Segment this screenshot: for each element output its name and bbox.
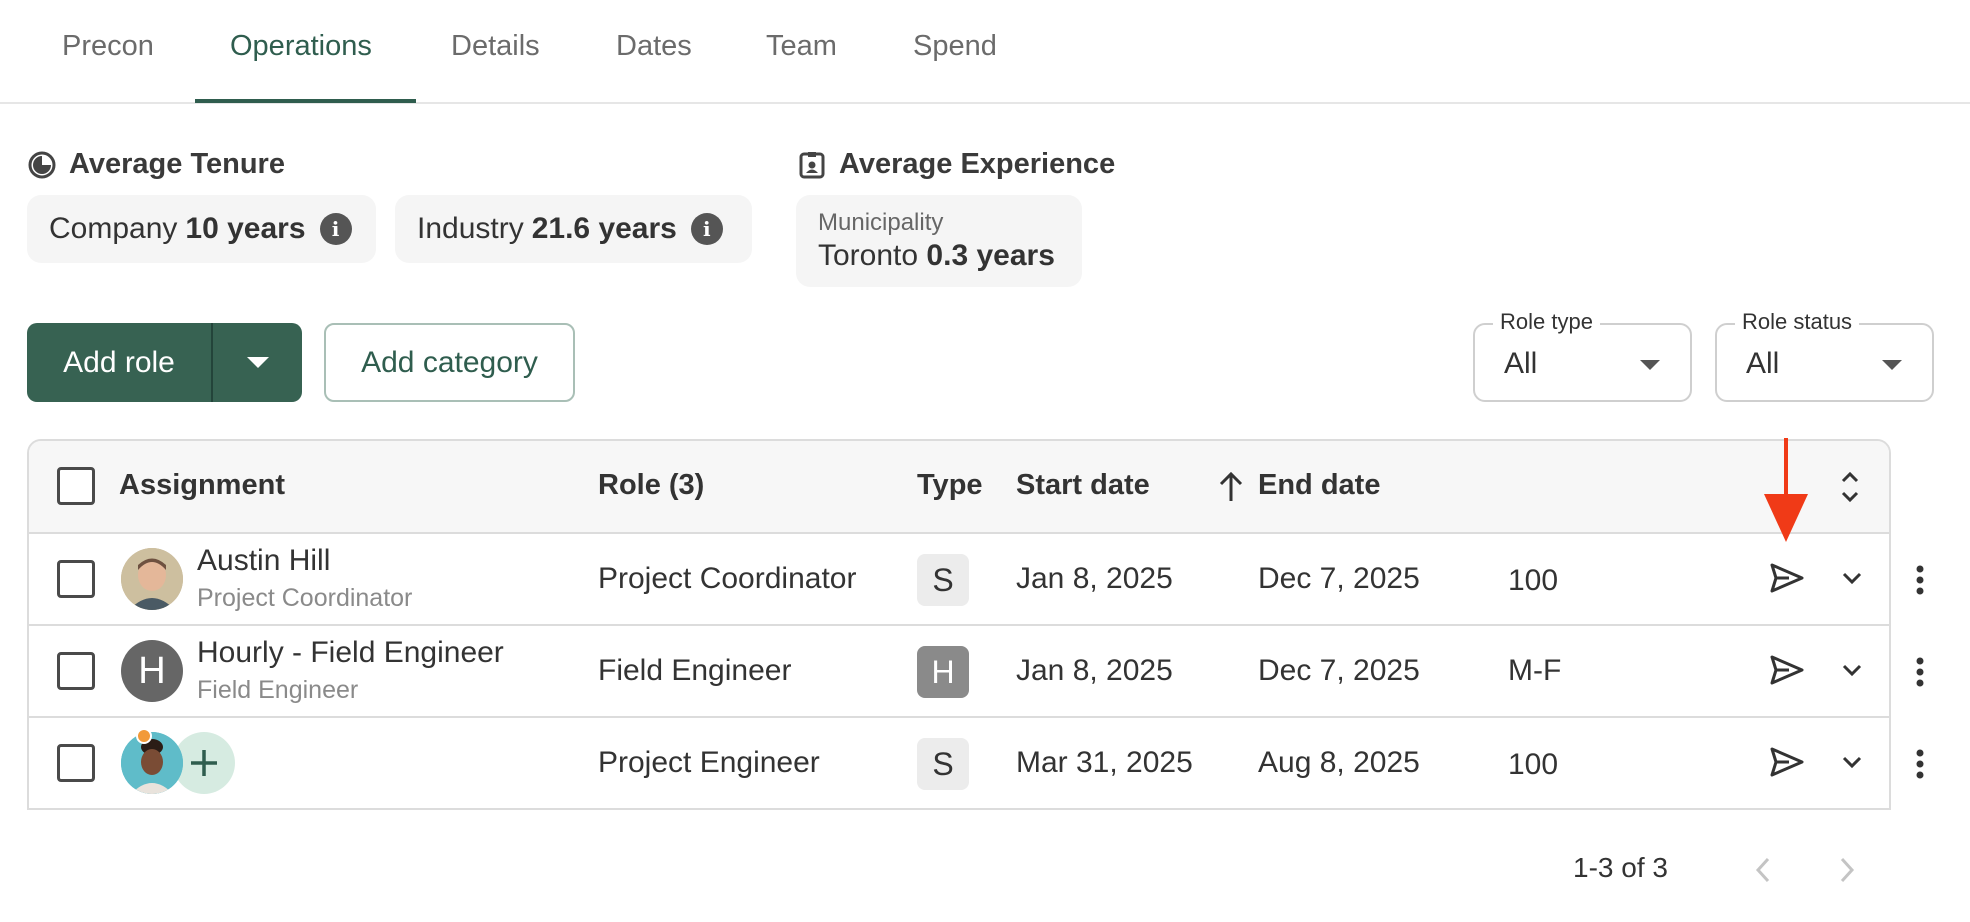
table-row[interactable]: Project Engineer S Mar 31, 2025 Aug 8, 2… xyxy=(29,718,1889,810)
header-role[interactable]: Role (3) xyxy=(598,469,704,502)
role-type-select[interactable]: Role type All xyxy=(1473,309,1692,402)
chevron-left-icon[interactable] xyxy=(1748,852,1778,888)
info-icon[interactable]: i xyxy=(319,213,352,245)
municipality-label: Municipality xyxy=(818,209,944,236)
assignee-name[interactable]: Hourly - Field Engineer xyxy=(197,636,504,670)
active-tab-indicator xyxy=(195,99,416,103)
start-date-cell: Jan 8, 2025 xyxy=(1016,654,1173,687)
badge-icon xyxy=(799,151,825,178)
role-type-value: All xyxy=(1504,347,1538,380)
industry-tenure-chip: Industry 21.6 years i xyxy=(395,195,752,263)
average-experience-heading: Average Experience xyxy=(797,148,1115,181)
role-cell: Project Engineer xyxy=(598,746,820,779)
roles-table: Assignment Role (3) Type Start date End … xyxy=(27,439,1891,810)
assignee-subtitle: Project Coordinator xyxy=(197,584,413,612)
add-role-split-button: Add role xyxy=(27,323,302,402)
chevron-down-icon[interactable] xyxy=(1837,654,1867,686)
tab-operations[interactable]: Operations xyxy=(230,30,372,63)
role-status-value: All xyxy=(1746,347,1780,380)
header-type[interactable]: Type xyxy=(917,469,983,502)
assignee-name[interactable]: Austin Hill xyxy=(197,544,330,578)
pagination-range: 1-3 of 3 xyxy=(1573,852,1668,883)
role-status-label: Role status xyxy=(1735,309,1860,335)
start-date-cell: Mar 31, 2025 xyxy=(1016,746,1193,779)
end-date-cell: Aug 8, 2025 xyxy=(1258,746,1420,779)
role-status-select[interactable]: Role status All xyxy=(1715,309,1934,402)
add-role-menu-button[interactable] xyxy=(213,323,302,402)
sort-arrow-up-icon[interactable] xyxy=(1214,469,1248,505)
caret-down-icon xyxy=(1882,360,1902,370)
status-dot xyxy=(136,728,152,744)
table-header: Assignment Role (3) Type Start date End … xyxy=(29,441,1889,534)
tab-details[interactable]: Details xyxy=(451,30,540,63)
allocation-cell: M-F xyxy=(1508,654,1562,687)
tenure-clock-icon xyxy=(28,151,56,178)
tab-team[interactable]: Team xyxy=(766,30,837,63)
start-date-cell: Jan 8, 2025 xyxy=(1016,562,1173,595)
chevron-down-icon[interactable] xyxy=(1837,562,1867,594)
tab-spend[interactable]: Spend xyxy=(913,30,997,63)
industry-tenure-label: Industry xyxy=(417,212,524,245)
header-start-date[interactable]: Start date xyxy=(1016,469,1150,502)
role-cell: Project Coordinator xyxy=(598,562,857,595)
select-all-checkbox[interactable] xyxy=(57,467,95,505)
tab-dates[interactable]: Dates xyxy=(616,30,692,63)
tab-precon[interactable]: Precon xyxy=(62,30,154,63)
allocation-cell: 100 xyxy=(1508,564,1559,597)
row-checkbox[interactable] xyxy=(57,652,95,690)
type-badge: S xyxy=(917,738,969,790)
row-checkbox[interactable] xyxy=(57,744,95,782)
role-cell: Field Engineer xyxy=(598,654,792,687)
role-type-label: Role type xyxy=(1493,309,1600,335)
send-icon[interactable] xyxy=(1767,558,1807,598)
municipality-city: Toronto xyxy=(818,239,919,272)
info-icon[interactable]: i xyxy=(690,213,723,245)
end-date-cell: Dec 7, 2025 xyxy=(1258,562,1420,595)
more-vert-icon[interactable] xyxy=(1908,562,1932,598)
average-tenure-title: Average Tenure xyxy=(69,148,285,180)
avatar xyxy=(121,548,183,610)
avatar: H xyxy=(121,640,183,702)
header-assignment[interactable]: Assignment xyxy=(119,469,285,502)
add-category-button[interactable]: Add category xyxy=(324,323,575,402)
company-tenure-label: Company xyxy=(49,212,178,245)
end-date-cell: Dec 7, 2025 xyxy=(1258,654,1420,687)
header-end-date[interactable]: End date xyxy=(1258,469,1380,502)
table-row[interactable]: Austin Hill Project Coordinator Project … xyxy=(29,534,1889,626)
industry-tenure-value: 21.6 years xyxy=(531,212,677,245)
send-icon[interactable] xyxy=(1767,650,1807,690)
caret-down-icon xyxy=(1640,360,1660,370)
municipality-years: 0.3 years xyxy=(926,239,1055,272)
table-row[interactable]: H Hourly - Field Engineer Field Engineer… xyxy=(29,626,1889,718)
more-vert-icon[interactable] xyxy=(1908,746,1932,782)
tab-bar: Precon Operations Details Dates Team Spe… xyxy=(0,0,1970,104)
unfold-icon[interactable] xyxy=(1834,467,1866,507)
municipality-value: Toronto 0.3 years xyxy=(818,239,1060,273)
assignee-subtitle: Field Engineer xyxy=(197,676,359,704)
average-tenure-heading: Average Tenure xyxy=(27,148,285,181)
type-badge: S xyxy=(917,554,969,606)
avatar xyxy=(121,732,183,794)
row-checkbox[interactable] xyxy=(57,560,95,598)
add-role-button[interactable]: Add role xyxy=(27,323,213,402)
type-badge: H xyxy=(917,646,969,698)
caret-down-icon xyxy=(246,357,269,368)
send-icon[interactable] xyxy=(1767,742,1807,782)
company-tenure-value: 10 years xyxy=(185,212,306,245)
annotation-arrow xyxy=(1764,438,1808,542)
company-tenure-chip: Company 10 years i xyxy=(27,195,376,263)
chevron-down-icon[interactable] xyxy=(1837,746,1867,778)
municipality-experience-card: Municipality Toronto 0.3 years xyxy=(796,195,1082,287)
more-vert-icon[interactable] xyxy=(1908,654,1932,690)
allocation-cell: 100 xyxy=(1508,748,1559,781)
add-icon xyxy=(191,750,217,776)
average-experience-title: Average Experience xyxy=(839,148,1116,180)
chevron-right-icon[interactable] xyxy=(1832,852,1862,888)
